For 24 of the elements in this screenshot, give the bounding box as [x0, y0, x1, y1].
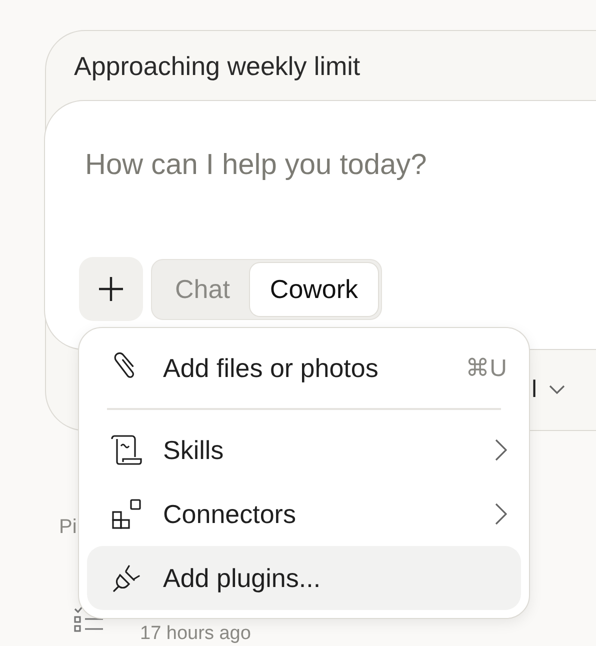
chevron-right-icon: [495, 439, 507, 461]
mode-tab[interactable]: Cowork: [250, 262, 378, 316]
grid-icon: [111, 499, 143, 529]
input-field[interactable]: How can I help you today?: [85, 149, 525, 181]
shortcut-label: ⌘U: [466, 354, 507, 382]
menu-item[interactable]: Skills: [87, 418, 521, 482]
scroll-icon: [111, 435, 143, 465]
banner-title: Approaching weekly limit: [73, 50, 362, 83]
menu-item-label: Add files or photos: [163, 352, 380, 384]
chevron-right-icon: [495, 503, 507, 525]
task-time: 17 hours ago: [140, 624, 251, 644]
menu-item[interactable]: Add files or photos ⌘U: [87, 336, 521, 400]
checklist-icon: [74, 605, 104, 633]
menu-item-label: Connectors: [163, 498, 297, 530]
add-button[interactable]: [79, 257, 143, 321]
menu-item-label: Skills: [163, 434, 225, 466]
model-label[interactable]: l: [532, 376, 537, 404]
plug-icon: [111, 563, 143, 593]
chevron-down-icon[interactable]: [549, 385, 565, 395]
menu-item[interactable]: Connectors: [87, 482, 521, 546]
section-label: Pi: [59, 515, 77, 540]
plus-icon: [98, 276, 124, 302]
menu-item-label: Add plugins...: [163, 562, 322, 594]
menu-item[interactable]: Add plugins...: [87, 546, 521, 610]
